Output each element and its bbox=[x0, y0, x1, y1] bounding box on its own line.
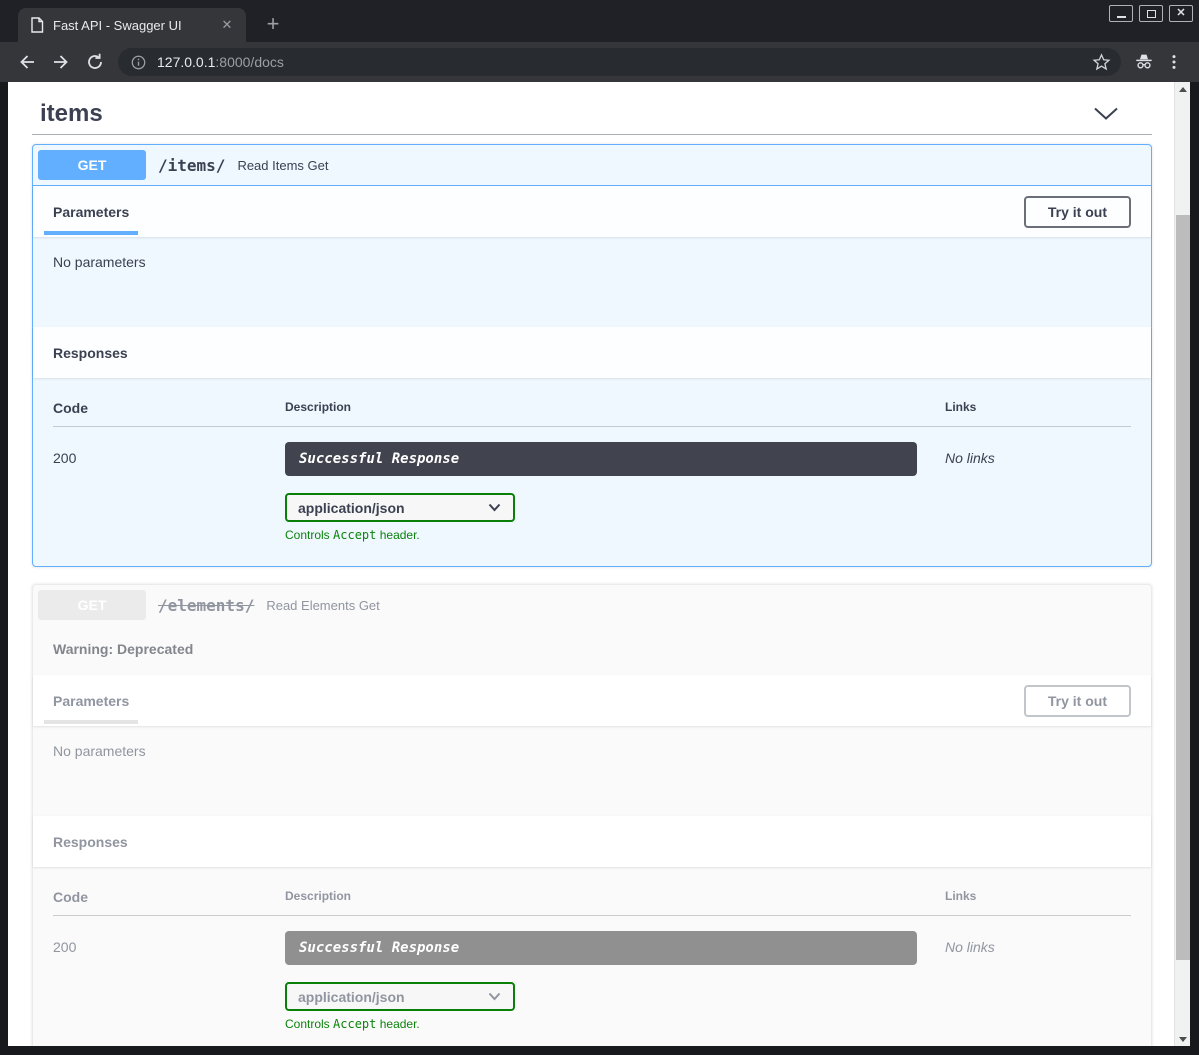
response-row: 200 Successful Response application/json… bbox=[53, 427, 1131, 542]
browser-toolbar: 127.0.0.1:8000/docs bbox=[0, 42, 1199, 82]
endpoint-path: /elements/ bbox=[158, 596, 254, 615]
try-it-out-button[interactable]: Try it out bbox=[1024, 196, 1131, 228]
column-header-code: Code bbox=[53, 400, 285, 416]
no-parameters-text: No parameters bbox=[33, 726, 1151, 816]
http-method-badge: GET bbox=[38, 150, 146, 180]
media-type-select[interactable]: application/json bbox=[285, 493, 515, 522]
site-info-icon[interactable] bbox=[130, 54, 147, 71]
parameters-header: Parameters Try it out bbox=[33, 186, 1151, 237]
select-chevron-icon bbox=[488, 503, 501, 512]
opblock-summary[interactable]: GET /items/ Read Items Get bbox=[33, 145, 1151, 186]
opblock-get-items: GET /items/ Read Items Get Parameters Tr… bbox=[32, 144, 1152, 567]
column-header-links: Links bbox=[945, 400, 1131, 414]
responses-header: Responses bbox=[33, 816, 1151, 867]
address-bar[interactable]: 127.0.0.1:8000/docs bbox=[118, 48, 1121, 76]
page-viewport: items GET /items/ Read Items Get Paramet… bbox=[8, 82, 1190, 1046]
select-chevron-icon bbox=[488, 992, 501, 1001]
browser-tab[interactable]: Fast API - Swagger UI ✕ bbox=[18, 8, 246, 42]
accept-header-note: Controls Accept header. bbox=[285, 1017, 917, 1031]
url-text: 127.0.0.1:8000/docs bbox=[157, 54, 1092, 70]
opblock-get-elements-deprecated: GET /elements/ Read Elements Get Warning… bbox=[32, 584, 1152, 1046]
window-minimize-button[interactable] bbox=[1109, 5, 1133, 22]
response-row: 200 Successful Response application/json… bbox=[53, 916, 1131, 1031]
response-links: No links bbox=[945, 931, 1131, 955]
no-parameters-text: No parameters bbox=[33, 237, 1151, 327]
browser-menu-icon[interactable] bbox=[1159, 47, 1189, 77]
new-tab-button[interactable]: + bbox=[260, 11, 286, 37]
responses-title: Responses bbox=[53, 327, 128, 378]
tag-section-items[interactable]: items bbox=[32, 90, 1152, 134]
response-links: No links bbox=[945, 442, 1131, 466]
scrollbar-thumb[interactable] bbox=[1176, 215, 1190, 960]
parameters-tab[interactable]: Parameters bbox=[53, 675, 129, 726]
scroll-up-arrow[interactable] bbox=[1175, 82, 1190, 96]
tag-divider bbox=[32, 134, 1152, 135]
column-header-description: Description bbox=[285, 889, 945, 903]
bookmark-star-icon[interactable] bbox=[1092, 53, 1111, 72]
parameters-tab[interactable]: Parameters bbox=[53, 186, 129, 237]
vertical-scrollbar[interactable] bbox=[1174, 82, 1190, 1046]
response-code: 200 bbox=[53, 442, 285, 466]
parameters-header: Parameters Try it out bbox=[33, 675, 1151, 726]
media-type-select[interactable]: application/json bbox=[285, 982, 515, 1011]
tab-title: Fast API - Swagger UI bbox=[53, 18, 218, 33]
column-header-links: Links bbox=[945, 889, 1131, 903]
endpoint-summary: Read Elements Get bbox=[266, 598, 379, 613]
browser-titlebar: Fast API - Swagger UI ✕ + ✕ bbox=[0, 0, 1199, 42]
endpoint-path: /items/ bbox=[158, 156, 225, 175]
scroll-down-arrow[interactable] bbox=[1175, 1032, 1190, 1046]
responses-header: Responses bbox=[33, 327, 1151, 378]
window-maximize-button[interactable] bbox=[1139, 5, 1163, 22]
response-description-box: Successful Response bbox=[285, 442, 917, 476]
collapse-chevron-icon[interactable] bbox=[1092, 106, 1120, 122]
responses-title: Responses bbox=[53, 816, 128, 867]
responses-body: Code Description Links 200 Successful Re… bbox=[33, 378, 1151, 566]
window-close-button[interactable]: ✕ bbox=[1169, 5, 1193, 22]
reload-button[interactable] bbox=[80, 47, 110, 77]
response-description-box: Successful Response bbox=[285, 931, 917, 965]
back-button[interactable] bbox=[12, 47, 42, 77]
column-header-description: Description bbox=[285, 400, 945, 414]
tab-close-icon[interactable]: ✕ bbox=[218, 16, 236, 34]
page-favicon-icon bbox=[30, 17, 44, 33]
response-code: 200 bbox=[53, 931, 285, 955]
incognito-badge-icon bbox=[1129, 47, 1159, 77]
accept-header-note: Controls Accept header. bbox=[285, 528, 917, 542]
deprecated-warning: Warning: Deprecated bbox=[33, 625, 1151, 675]
tag-title: items bbox=[32, 100, 103, 128]
try-it-out-button[interactable]: Try it out bbox=[1024, 685, 1131, 717]
http-method-badge: GET bbox=[38, 590, 146, 620]
endpoint-summary: Read Items Get bbox=[237, 158, 328, 173]
column-header-code: Code bbox=[53, 889, 285, 905]
forward-button[interactable] bbox=[46, 47, 76, 77]
opblock-summary[interactable]: GET /elements/ Read Elements Get bbox=[33, 585, 1151, 625]
responses-body: Code Description Links 200 Successful Re… bbox=[33, 867, 1151, 1046]
